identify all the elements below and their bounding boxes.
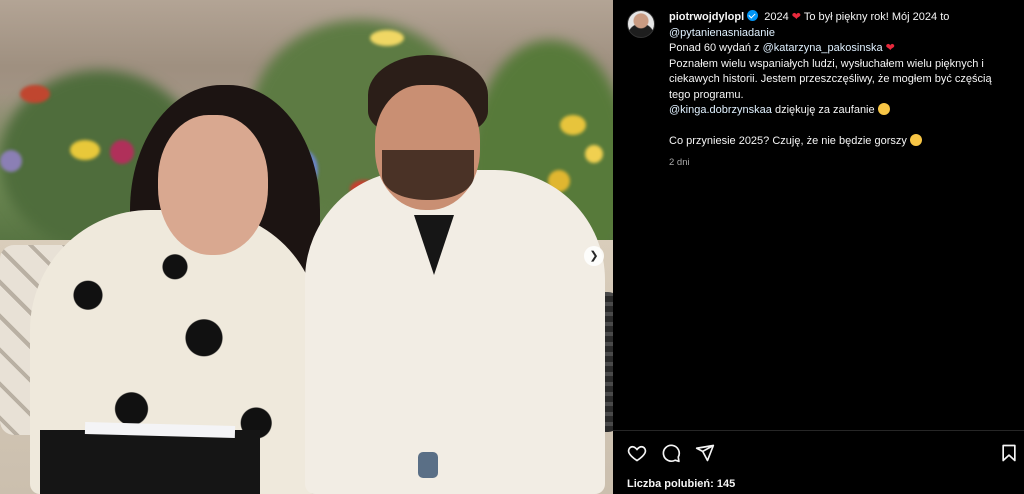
bookmark-icon [1002, 444, 1016, 462]
caption-text: Ponad 60 wydań z [669, 42, 763, 54]
man-beard [382, 150, 474, 200]
send-icon [695, 444, 715, 462]
post-photo[interactable]: ❯ [0, 0, 613, 494]
photo-flower [20, 85, 50, 103]
caption-line: Ponad 60 wydań z @katarzyna_pakosinska ❤ [669, 41, 1014, 57]
action-bar [627, 443, 1017, 463]
caption-line: piotrwojdylopl 2024 ❤ To był piękny rok!… [669, 10, 1014, 26]
smirk-emoji-icon [909, 133, 922, 146]
save-button[interactable] [999, 443, 1019, 463]
wristwatch [418, 452, 438, 478]
heart-emoji-icon: ❤ [791, 11, 801, 23]
caption-gap [669, 119, 1014, 134]
photo-flower [370, 30, 404, 46]
heart-emoji-icon: ❤ [885, 42, 895, 54]
verified-badge-icon [747, 10, 759, 21]
comment-icon [662, 444, 681, 463]
woman-skirt [40, 430, 260, 494]
username-link[interactable]: piotrwojdylopl [669, 11, 744, 23]
share-button[interactable] [695, 443, 715, 463]
divider [613, 430, 1024, 431]
caption-line: @kinga.dobrzynskaa dziękuję za zaufanie [669, 103, 1014, 119]
caption-text: Co przyniesie 2025? Czuję, że nie będzie… [669, 134, 907, 147]
caption-year: 2024 [764, 11, 789, 23]
post-timestamp[interactable]: 2 dni [669, 155, 1014, 171]
man-suit [305, 170, 605, 494]
woman-face [158, 115, 268, 255]
caption-text: To był piękny rok! Mój 2024 to [803, 11, 950, 23]
caption-line: @pytanienasniadanie [669, 26, 1014, 42]
avatar[interactable] [627, 10, 655, 38]
photo-flower [110, 140, 134, 164]
caption-text: Poznałem wielu wspaniałych ludzi, wysłuc… [669, 57, 992, 101]
photo-flower [70, 140, 100, 160]
grin-emoji-icon [877, 103, 890, 115]
post-side-panel: piotrwojdylopl 2024 ❤ To był piękny rok!… [613, 0, 1024, 494]
caption-row: piotrwojdylopl 2024 ❤ To był piękny rok!… [627, 10, 1017, 171]
photo-flower [585, 145, 603, 163]
caption-text: dziękuję za zaufanie [771, 104, 875, 116]
like-button[interactable] [627, 443, 647, 463]
mention-link[interactable]: @kinga.dobrzynskaa [669, 104, 772, 116]
chevron-right-icon: ❯ [589, 250, 599, 262]
caption-line: Poznałem wielu wspaniałych ludzi, wysłuc… [669, 57, 1014, 104]
photo-flower [0, 150, 22, 172]
post-caption: piotrwojdylopl 2024 ❤ To był piękny rok!… [669, 10, 1014, 171]
heart-icon [627, 445, 647, 462]
caption-line: Co przyniesie 2025? Czuję, że nie będzie… [669, 133, 1014, 150]
photo-flower [560, 115, 586, 135]
mention-link[interactable]: @katarzyna_pakosinska [763, 42, 883, 54]
likes-count[interactable]: Liczba polubień: 145 [627, 478, 735, 490]
mention-link[interactable]: @pytanienasniadanie [669, 27, 775, 39]
next-slide-button[interactable]: ❯ [584, 246, 604, 266]
comment-button[interactable] [661, 443, 681, 463]
